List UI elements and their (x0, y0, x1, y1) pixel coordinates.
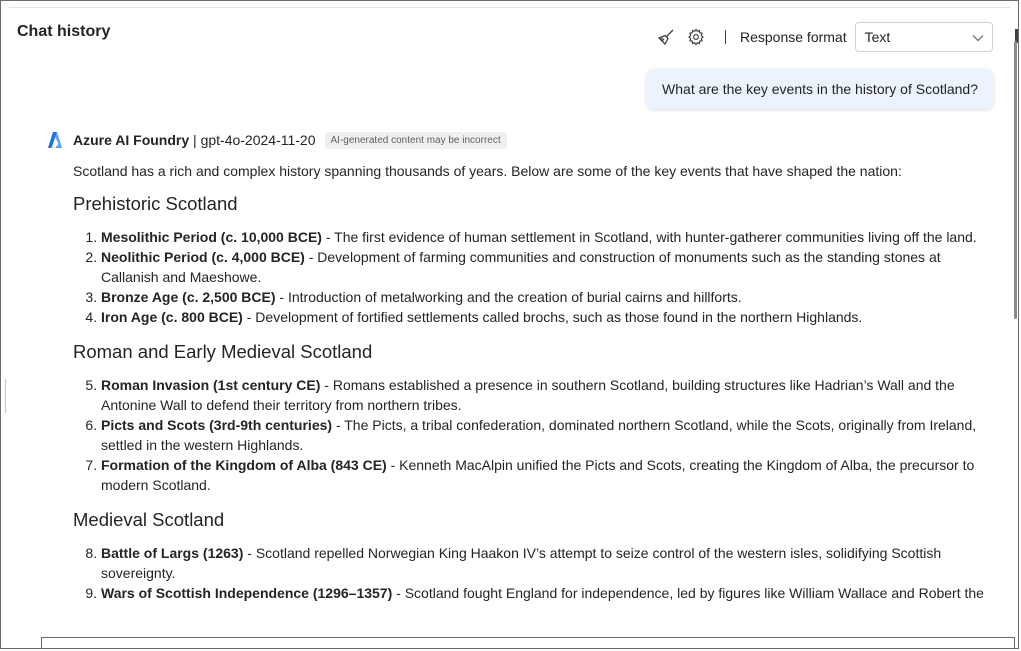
item-title: Neolithic Period (c. 4,000 BCE) (101, 249, 305, 265)
item-title: Formation of the Kingdom of Alba (843 CE… (101, 457, 387, 473)
item-text: - Introduction of metalworking and the c… (275, 289, 742, 305)
list-item: Iron Age (c. 800 BCE) - Development of f… (101, 307, 993, 327)
assistant-response: Scotland has a rich and complex history … (73, 161, 993, 615)
toolbar: Response format Text (651, 21, 993, 53)
assistant-name: Azure AI Foundry (73, 132, 190, 148)
event-list: Roman Invasion (1st century CE) - Romans… (73, 375, 993, 495)
ai-disclaimer-badge: AI-generated content may be incorrect (324, 131, 507, 149)
user-message: What are the key events in the history o… (646, 69, 994, 109)
resize-handle[interactable] (5, 379, 6, 413)
event-list: Mesolithic Period (c. 10,000 BCE) - The … (73, 227, 993, 327)
list-item: Bronze Age (c. 2,500 BCE) - Introduction… (101, 287, 993, 307)
list-item: Battle of Largs (1263) - Scotland repell… (101, 543, 993, 583)
response-intro: Scotland has a rich and complex history … (73, 163, 902, 179)
item-title: Picts and Scots (3rd-9th centuries) (101, 417, 333, 433)
list-item: Mesolithic Period (c. 10,000 BCE) - The … (101, 227, 993, 247)
item-title: Wars of Scottish Independence (1296–1357… (101, 585, 393, 601)
assistant-header: Azure AI Foundry | gpt-4o-2024-11-20 AI-… (47, 131, 507, 149)
event-list: Battle of Largs (1263) - Scotland repell… (73, 543, 993, 603)
top-divider (9, 7, 1010, 8)
azure-logo-icon (47, 131, 63, 149)
section-heading: Medieval Scotland (73, 509, 225, 530)
toolbar-separator (725, 30, 726, 44)
response-format-value: Text (864, 29, 891, 45)
gear-icon[interactable] (681, 23, 711, 51)
item-title: Roman Invasion (1st century CE) (101, 377, 321, 393)
list-item: Roman Invasion (1st century CE) - Romans… (101, 375, 993, 415)
list-item: Formation of the Kingdom of Alba (843 CE… (101, 455, 993, 495)
item-title: Iron Age (c. 800 BCE) (101, 309, 243, 325)
section-heading: Prehistoric Scotland (73, 193, 238, 214)
message-input-box[interactable] (41, 637, 1015, 648)
item-text: - Scotland fought England for independen… (392, 585, 984, 601)
assistant-identity: Azure AI Foundry | gpt-4o-2024-11-20 (73, 132, 316, 148)
response-format-label: Response format (740, 29, 847, 45)
list-item: Picts and Scots (3rd-9th centuries) - Th… (101, 415, 993, 455)
model-version: | gpt-4o-2024-11-20 (189, 132, 316, 148)
item-title: Battle of Largs (1263) (101, 545, 244, 561)
item-title: Bronze Age (c. 2,500 BCE) (101, 289, 276, 305)
page-title: Chat history (17, 23, 111, 40)
chevron-down-icon (972, 29, 984, 45)
response-format-dropdown[interactable]: Text (854, 22, 993, 52)
broom-icon[interactable] (651, 23, 681, 51)
section-heading: Roman and Early Medieval Scotland (73, 341, 373, 362)
list-item: Wars of Scottish Independence (1296–1357… (101, 583, 993, 603)
item-title: Mesolithic Period (c. 10,000 BCE) (101, 229, 322, 245)
list-item: Neolithic Period (c. 4,000 BCE) - Develo… (101, 247, 993, 287)
item-text: - Development of fortified settlements c… (242, 309, 863, 325)
chat-window: Chat history Response format Text What a… (0, 0, 1019, 649)
scrollbar[interactable] (1014, 41, 1017, 319)
item-text: - The first evidence of human settlement… (321, 229, 977, 245)
